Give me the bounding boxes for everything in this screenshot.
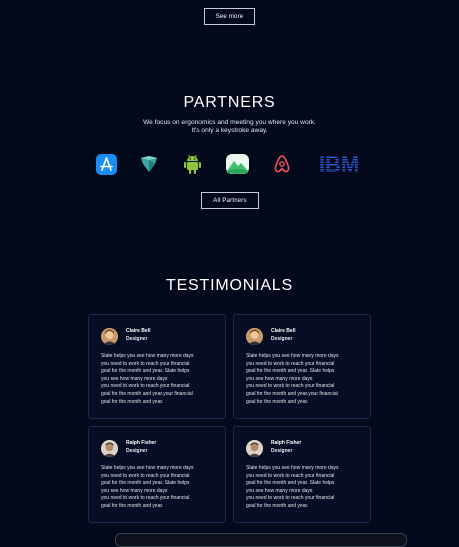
testimonial-card: Claire Bell Designer Slate helps you see… xyxy=(88,314,226,419)
testimonial-quote: Slate helps you see how many more days y… xyxy=(101,465,194,509)
testimonial-card: Ralph Fisher Designer Slate helps you se… xyxy=(233,426,371,523)
avatar xyxy=(246,328,263,345)
testimonial-quote: Slate helps you see how many more days y… xyxy=(246,353,339,405)
testimonials-heading: TESTIMONIALS xyxy=(166,277,293,294)
bottom-floating-bar[interactable] xyxy=(115,533,407,547)
avatar xyxy=(246,440,263,457)
partners-subtitle-line2: It's only a keystroke away. xyxy=(191,127,268,134)
partners-heading: PARTNERS xyxy=(183,94,276,111)
android-icon[interactable] xyxy=(182,153,203,175)
partners-subtitle-line1: We focus on ergonomics and meeting you w… xyxy=(143,119,316,126)
testimonial-author-role: Designer xyxy=(271,448,293,454)
testimonial-author-role: Designer xyxy=(126,448,148,454)
testimonial-quote: Slate helps you see how many more days y… xyxy=(101,353,194,405)
testimonial-card: Claire Bell Designer Slate helps you see… xyxy=(233,314,371,419)
testimonial-author-role: Designer xyxy=(126,336,148,342)
testimonial-author-role: Designer xyxy=(271,336,293,342)
svg-text:IBM: IBM xyxy=(319,154,359,174)
airbnb-icon[interactable] xyxy=(272,153,291,175)
app-store-icon[interactable] xyxy=(96,153,117,175)
avatar xyxy=(101,328,118,345)
all-partners-button[interactable]: All Partners xyxy=(201,192,259,209)
ibm-logo[interactable]: IBM xyxy=(315,153,363,175)
see-more-button[interactable]: See more xyxy=(204,8,255,25)
testimonial-author-name: Claire Bell xyxy=(271,328,296,334)
testimonial-card: Ralph Fisher Designer Slate helps you se… xyxy=(88,426,226,523)
gem-logo-icon[interactable] xyxy=(139,153,159,175)
testimonial-author-name: Claire Bell xyxy=(126,328,151,334)
testimonial-quote: Slate helps you see how many more days y… xyxy=(246,465,339,509)
testimonial-author-name: Ralph Fisher xyxy=(271,440,302,446)
testimonial-author-name: Ralph Fisher xyxy=(126,440,157,446)
landscape-app-icon[interactable] xyxy=(226,153,249,175)
avatar xyxy=(101,440,118,457)
